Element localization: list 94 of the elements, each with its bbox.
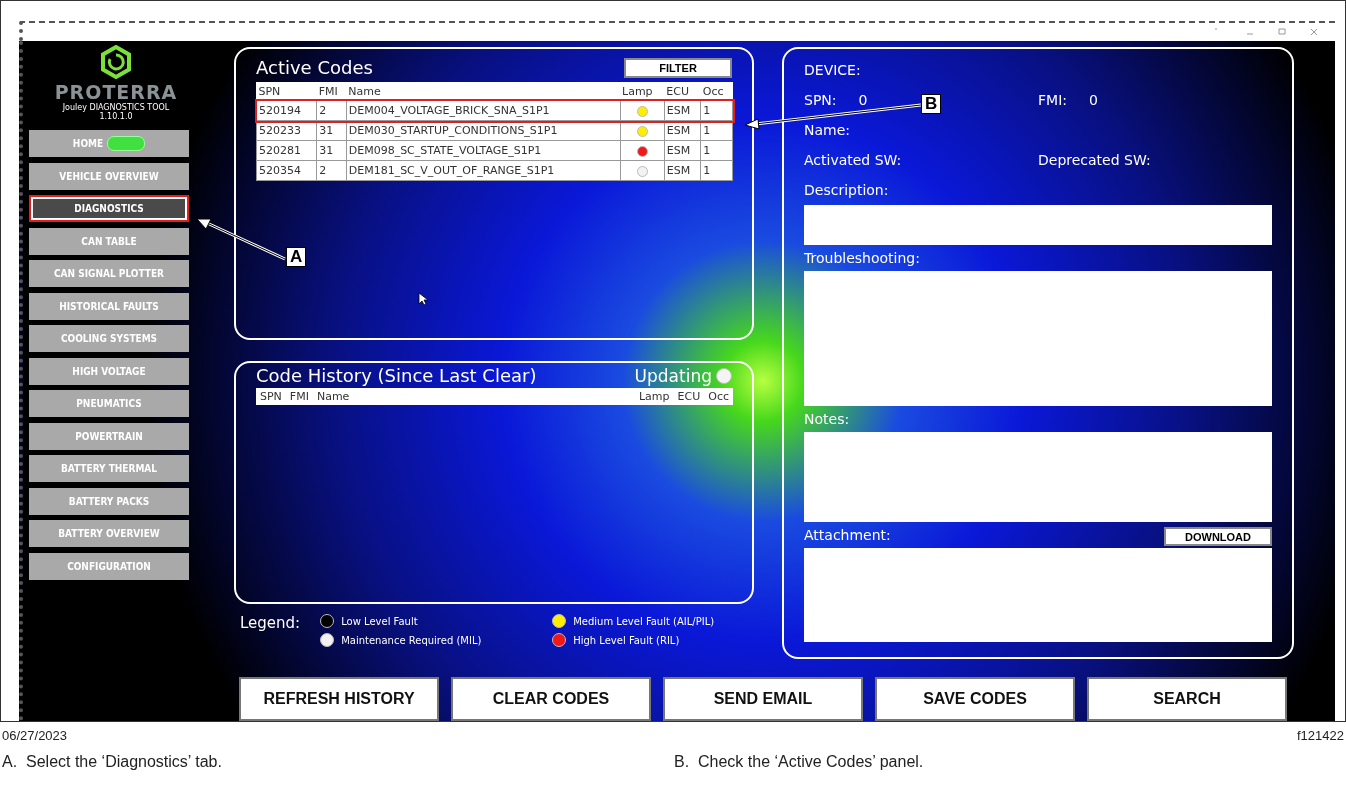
nav-item[interactable]: HISTORICAL FAULTS	[29, 292, 189, 320]
description-field[interactable]	[804, 205, 1272, 245]
table-cell: 1	[700, 120, 733, 141]
nav-item[interactable]: VEHICLE OVERVIEW	[29, 162, 189, 190]
field-label: Name:	[804, 121, 851, 140]
action-button[interactable]: CLEAR CODES	[451, 677, 651, 721]
table-cell: 520233	[256, 120, 317, 141]
nav-item[interactable]: COOLING SYSTEMS	[29, 325, 189, 352]
nav-item[interactable]: HOME	[29, 130, 189, 157]
field-label: Notes:	[804, 410, 850, 429]
table-cell: ESM	[664, 100, 701, 121]
table-row[interactable]: 520194 2 DEM004_VOLTAGE_BRICK_SNA_S1P1 ESM 1	[256, 100, 733, 121]
filter-button[interactable]: FILTER	[624, 57, 732, 78]
table-cell: ESM	[664, 140, 701, 161]
field-label: SPN:	[804, 91, 837, 110]
column-header: ECU	[677, 390, 701, 403]
field-label: Description:	[804, 181, 889, 200]
table-row[interactable]: 520233 31 DEM030_STARTUP_CONDITIONS_S1P1 ESM 1	[256, 120, 733, 141]
field-label: Deprecated SW:	[1038, 151, 1152, 170]
nav-item[interactable]: POWERTRAIN	[29, 422, 189, 450]
tool-name: Jouley DIAGNOSTICS TOOL	[62, 103, 170, 112]
caption-text: B. Check the ‘Active Codes’ panel.	[674, 753, 925, 771]
field-value: 0	[858, 91, 868, 110]
table-cell: 520281	[256, 140, 317, 161]
panel-title: Active Codes	[256, 57, 373, 78]
table-cell: 31	[316, 120, 347, 141]
column-header: Lamp	[620, 82, 665, 101]
download-button[interactable]: DOWNLOAD	[1164, 527, 1272, 546]
toggle-switch[interactable]	[107, 136, 146, 151]
callout-label: B	[921, 94, 942, 114]
column-header: Lamp	[638, 390, 670, 403]
legend-label: Legend:	[240, 614, 301, 634]
caption-text: A. Select the ‘Diagnostics’ tab.	[2, 753, 223, 771]
legend-text: Maintenance Required (MIL)	[341, 634, 482, 646]
table-row[interactable]: 520354 2 DEM181_SC_V_OUT_OF_RANGE_S1P1 ESM 1	[256, 160, 733, 181]
table-cell: 520194	[256, 100, 317, 121]
column-header: Name	[316, 390, 351, 403]
table-cell: DEM098_SC_STATE_VOLTAGE_S1P1	[346, 140, 621, 161]
table-row[interactable]: 520281 31 DEM098_SC_STATE_VOLTAGE_S1P1 ESM 1	[256, 140, 733, 161]
status-text: Updating	[634, 365, 712, 386]
table-cell: DEM030_STARTUP_CONDITIONS_S1P1	[346, 120, 621, 141]
table-cell: ESM	[664, 120, 701, 141]
action-button[interactable]: SEND EMAIL	[663, 677, 863, 721]
action-button[interactable]: SAVE CODES	[875, 677, 1075, 721]
table-cell: 31	[316, 140, 347, 161]
table-cell: DEM181_SC_V_OUT_OF_RANGE_S1P1	[346, 160, 621, 181]
table-cell: 2	[316, 100, 347, 121]
column-header: FMI	[316, 82, 347, 101]
nav-item[interactable]: BATTERY OVERVIEW	[29, 520, 189, 547]
table-cell: 2	[316, 160, 347, 181]
legend-text: High Level Fault (RIL)	[573, 634, 680, 646]
mouse-pointer-icon	[418, 292, 428, 306]
field-label: DEVICE:	[804, 61, 861, 80]
table-cell: DEM004_VOLTAGE_BRICK_SNA_S1P1	[346, 100, 621, 121]
nav-item[interactable]: CONFIGURATION	[29, 552, 189, 580]
nav-item[interactable]: CAN SIGNAL PLOTTER	[29, 260, 189, 287]
status-indicator	[716, 367, 732, 384]
version-text: 1.10.1.0	[99, 112, 133, 121]
table-cell: 1	[700, 140, 733, 161]
panel-title: Code History (Since Last Clear)	[256, 365, 537, 386]
column-header: Name	[346, 82, 621, 101]
action-button[interactable]: REFRESH HISTORY	[239, 677, 439, 721]
nav-item[interactable]: BATTERY THERMAL	[29, 455, 189, 482]
nav-item[interactable]: BATTERY PACKS	[29, 487, 189, 515]
callout-label: A	[286, 247, 307, 267]
attachment-field[interactable]	[804, 548, 1272, 642]
action-button[interactable]: SEARCH	[1087, 677, 1287, 721]
date-text: 06/27/2023	[2, 728, 68, 743]
column-header: SPN	[256, 82, 317, 101]
column-header: Occ	[700, 82, 733, 101]
field-label: Activated SW:	[804, 151, 903, 170]
nav-item[interactable]: CAN TABLE	[29, 227, 189, 255]
table-cell: 520354	[256, 160, 317, 181]
table-cell: 1	[700, 160, 733, 181]
field-label: Troubleshooting:	[804, 249, 920, 268]
notes-field[interactable]	[804, 432, 1272, 522]
column-header: ECU	[664, 82, 701, 101]
column-header: FMI	[289, 390, 309, 403]
brand-name: PROTERRA	[54, 81, 178, 103]
troubleshooting-field[interactable]	[804, 271, 1272, 406]
field-label: FMI:	[1038, 91, 1067, 110]
field-label: Attachment:	[804, 526, 891, 545]
figure-number: f121422	[1297, 728, 1344, 743]
table-cell: 1	[700, 100, 733, 121]
legend-text: Low Level Fault	[341, 615, 418, 627]
column-header: Occ	[708, 390, 729, 403]
hexagon-logo-icon	[101, 45, 131, 79]
nav-item[interactable]: HIGH VOLTAGE	[29, 357, 189, 385]
legend-text: Medium Level Fault (AIL/PIL)	[573, 615, 715, 627]
table-cell: ESM	[664, 160, 701, 181]
nav-item[interactable]: PNEUMATICS	[29, 390, 189, 417]
column-header: SPN	[260, 390, 282, 403]
field-value: 0	[1089, 91, 1098, 110]
nav-item[interactable]: DIAGNOSTICS	[29, 195, 189, 222]
